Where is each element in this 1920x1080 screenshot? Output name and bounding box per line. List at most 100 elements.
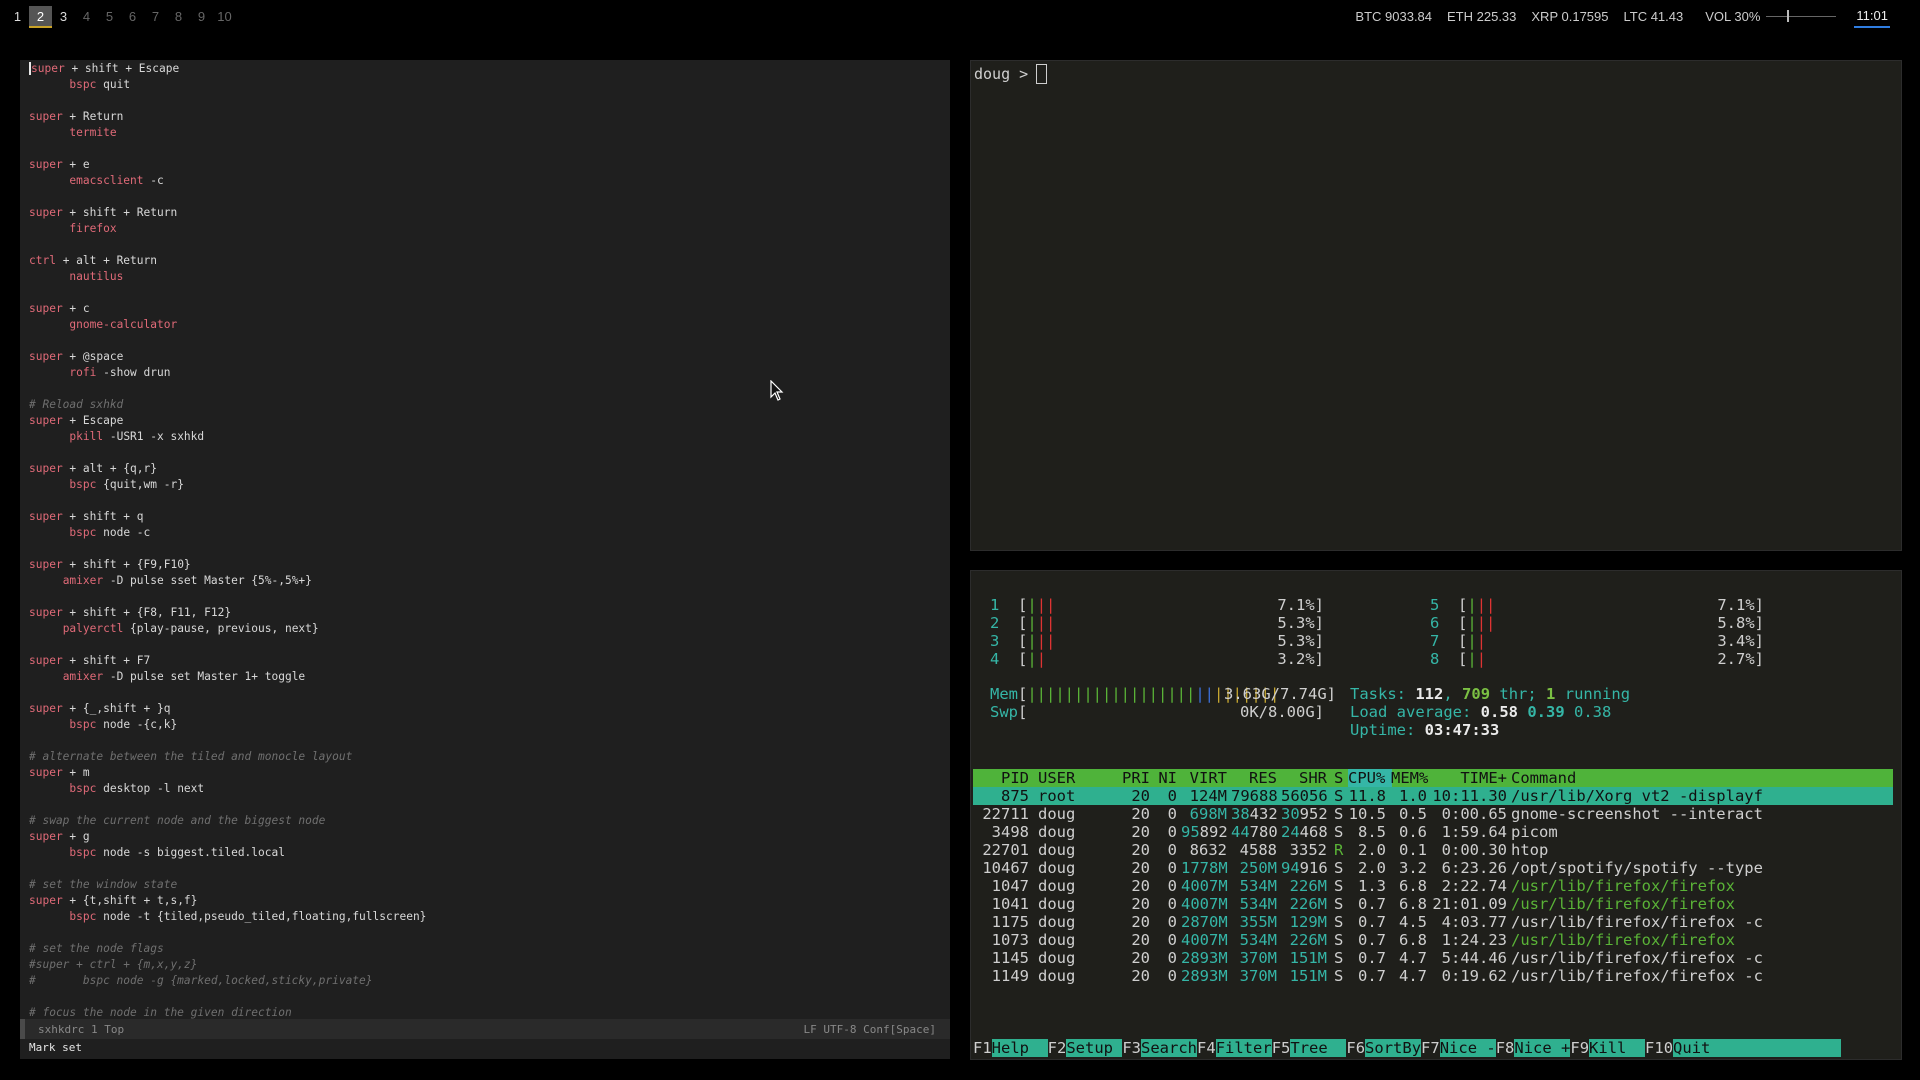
fkey-F10[interactable]: F10 (1645, 1039, 1673, 1057)
workspace-8[interactable]: 8 (167, 6, 190, 28)
fkey-F3[interactable]: F3 (1122, 1039, 1141, 1057)
column-header-res[interactable]: RES (1231, 769, 1277, 787)
editor-line: super + Return (29, 109, 950, 125)
process-s: S (1334, 823, 1344, 841)
fkey-label[interactable]: Nice - (1439, 1039, 1496, 1057)
fkey-F1[interactable]: F1 (973, 1039, 992, 1057)
cpu-bar: ||| (1027, 596, 1056, 614)
cpu-bar: ||| (1027, 632, 1056, 650)
fkey-label[interactable]: Quit (1673, 1039, 1842, 1057)
cpu-meter-7: 7 [|| (1430, 632, 1487, 650)
fkey-F9[interactable]: F9 (1570, 1039, 1589, 1057)
editor-token: desktop -l next (96, 782, 205, 795)
process-row[interactable]: 22701 doug 20 0 8632 4588 3352 R 2.0 0.1 0:00.30 ht… (973, 841, 1893, 859)
column-header-virt[interactable]: VIRT (1181, 769, 1227, 787)
fkey-label[interactable]: SortBy (1365, 1039, 1422, 1057)
htop-window[interactable]: 1 [||| 7.1%] 2 [||| 5.3%] 3 [||| 5.3%] 4 [|| 3.… (970, 570, 1902, 1060)
fkey-F2[interactable]: F2 (1048, 1039, 1067, 1057)
column-header-pri[interactable]: PRI (1118, 769, 1150, 787)
editor-line: super + shift + {F8, F11, F12} (29, 605, 950, 621)
fkey-label[interactable]: Filter (1215, 1039, 1272, 1057)
process-user: root (1038, 787, 1076, 805)
column-header-user[interactable]: USER (1038, 769, 1108, 787)
editor-token: + shift + Return (62, 206, 178, 219)
workspace-6[interactable]: 6 (121, 6, 144, 28)
column-header-time[interactable]: TIME+ (1431, 769, 1507, 787)
process-virt: 8632 (1189, 841, 1227, 859)
process-row[interactable]: 10467 doug 20 0 1778M 250M 94916 S 2.0 3.2 6:23.26… (973, 859, 1893, 877)
column-header-mem[interactable]: MEM% (1391, 769, 1428, 787)
fkey-F4[interactable]: F4 (1197, 1039, 1216, 1057)
column-header-pid[interactable]: PID (973, 769, 1029, 787)
fkey-F5[interactable]: F5 (1272, 1039, 1291, 1057)
cpu-id: 8 (1430, 650, 1440, 668)
volume-slider[interactable] (1766, 10, 1837, 22)
editor-line: super + shift + F7 (29, 653, 950, 669)
fkey-label[interactable]: Help (991, 1039, 1048, 1057)
process-shr: 3352 (1289, 841, 1327, 859)
cpu-meter-8: 8 [|| (1430, 650, 1487, 668)
column-header-ni[interactable]: NI (1155, 769, 1177, 787)
process-pri: 20 (1131, 859, 1150, 877)
fkey-label[interactable]: Tree (1290, 1039, 1347, 1057)
workspace-10[interactable]: 10 (213, 6, 236, 28)
editor-token: + Return (62, 110, 124, 123)
workspace-7[interactable]: 7 (144, 6, 167, 28)
column-header-s[interactable]: S (1334, 769, 1346, 787)
workspace-4[interactable]: 4 (75, 6, 98, 28)
fkey-F7[interactable]: F7 (1421, 1039, 1440, 1057)
column-header-shr[interactable]: SHR (1281, 769, 1327, 787)
column-header-cmd[interactable]: Command (1511, 769, 1891, 787)
fkey-label[interactable]: Setup (1066, 1039, 1123, 1057)
process-row[interactable]: 1175 doug 20 0 2870M 355M 129M S 0.7 4.5 4:03.77/u… (973, 913, 1893, 931)
editor-token: -D pulse sset Master {5%-,5%+} (103, 574, 312, 587)
workspace-3[interactable]: 3 (52, 6, 75, 28)
process-pri: 20 (1131, 895, 1150, 913)
editor-token: super (29, 510, 63, 523)
process-time: 0:00.30 (1441, 841, 1507, 859)
process-row[interactable]: 1041 doug 20 0 4007M 534M 226M S 0.7 6.8 21:01.09/… (973, 895, 1893, 913)
process-row[interactable]: 1145 doug 20 0 2893M 370M 151M S 0.7 4.7 5:44.46/u… (973, 949, 1893, 967)
fkey-label[interactable]: Nice + (1514, 1039, 1571, 1057)
fkey-F8[interactable]: F8 (1496, 1039, 1515, 1057)
fkey-label[interactable]: Kill (1589, 1039, 1646, 1057)
process-row[interactable]: 875 root 20 0 124M 79688 56056 S 11.8 1.0 10:11.30… (973, 787, 1893, 805)
editor-token: bspc (69, 846, 97, 859)
editor-line: super + shift + Return (29, 205, 950, 221)
editor-line: # Reload sxhkd (29, 397, 950, 413)
editor-buffer[interactable]: super + shift + Escape bspc quit super + … (29, 61, 950, 1021)
editor-token: super (29, 158, 63, 171)
process-row[interactable]: 3498 doug 20 0 95892 44780 24468 S 8.5 0.6 1:59.64… (973, 823, 1893, 841)
workspace-9[interactable]: 9 (190, 6, 213, 28)
editor-token: + m (62, 766, 90, 779)
workspace-2[interactable]: 2 (29, 6, 52, 28)
editor-token: quit (96, 78, 131, 91)
process-row[interactable]: 1047 doug 20 0 4007M 534M 226M S 1.3 6.8 2:22.74/u… (973, 877, 1893, 895)
fkey-F6[interactable]: F6 (1346, 1039, 1365, 1057)
fkey-label[interactable]: Search (1141, 1039, 1198, 1057)
process-table-header[interactable]: PID USER PRI NI VIRT RES SHR S CPU% MEM% TIME+ Comm… (973, 769, 1893, 787)
process-row[interactable]: 1149 doug 20 0 2893M 370M 151M S 0.7 4.7 0:19.62/u… (973, 967, 1893, 985)
terminal-window[interactable]: doug > (970, 60, 1902, 551)
process-time: 10:11.30 (1432, 787, 1507, 805)
process-row[interactable]: 22711 doug 20 0 698M 38432 30952 S 10.5 0.5 0:00.6… (973, 805, 1893, 823)
cpu-meter-1: 1 [||| (990, 596, 1056, 614)
column-header-cpu[interactable]: CPU% (1348, 769, 1392, 787)
volume-knob[interactable] (1786, 10, 1789, 22)
uptime: Uptime: 03:47:33 (1350, 721, 1500, 739)
workspace-1[interactable]: 1 (6, 6, 29, 28)
workspace-5[interactable]: 5 (98, 6, 121, 28)
emacs-editor-window[interactable]: super + shift + Escape bspc quit super + … (20, 60, 950, 1059)
editor-line: super + {t,shift + t,s,f} (29, 893, 950, 909)
cpu-meter-4: 4 [|| (990, 650, 1047, 668)
editor-token: -show drun (96, 366, 171, 379)
shell-prompt[interactable]: doug > (974, 64, 1048, 84)
process-row[interactable]: 1073 doug 20 0 4007M 534M 226M S 0.7 6.8 1:24.23/u… (973, 931, 1893, 949)
process-pri: 20 (1131, 967, 1150, 985)
editor-line: super + {_,shift + }q (29, 701, 950, 717)
